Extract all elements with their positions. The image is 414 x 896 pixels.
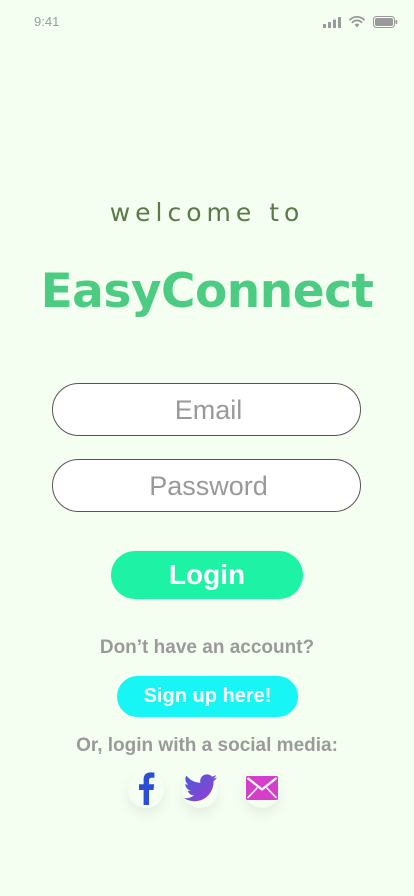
facebook-login-button[interactable] bbox=[124, 768, 168, 812]
twitter-icon bbox=[183, 773, 217, 807]
status-bar: 9:41 bbox=[0, 0, 414, 44]
status-time: 9:41 bbox=[34, 14, 60, 29]
email-field-container bbox=[52, 383, 364, 437]
facebook-icon bbox=[137, 771, 155, 810]
wifi-icon bbox=[349, 15, 365, 33]
twitter-login-button[interactable] bbox=[178, 768, 222, 812]
signal-icon bbox=[323, 15, 341, 33]
no-account-text: Don’t have an account? bbox=[99, 637, 315, 658]
welcome-text: welcome to bbox=[109, 198, 305, 227]
login-button[interactable]: Login bbox=[111, 551, 303, 599]
email-icon bbox=[246, 775, 278, 805]
password-field[interactable] bbox=[53, 460, 364, 513]
status-icons bbox=[323, 15, 398, 33]
social-login-row bbox=[0, 768, 414, 816]
email-field[interactable] bbox=[53, 384, 364, 437]
social-login-text: Or, login with a social media: bbox=[76, 735, 338, 756]
signup-button[interactable]: Sign up here! bbox=[117, 676, 298, 717]
app-name: EasyConnect bbox=[40, 264, 374, 319]
battery-icon bbox=[373, 15, 398, 33]
password-field-container bbox=[52, 459, 364, 513]
email-login-button[interactable] bbox=[240, 768, 284, 812]
